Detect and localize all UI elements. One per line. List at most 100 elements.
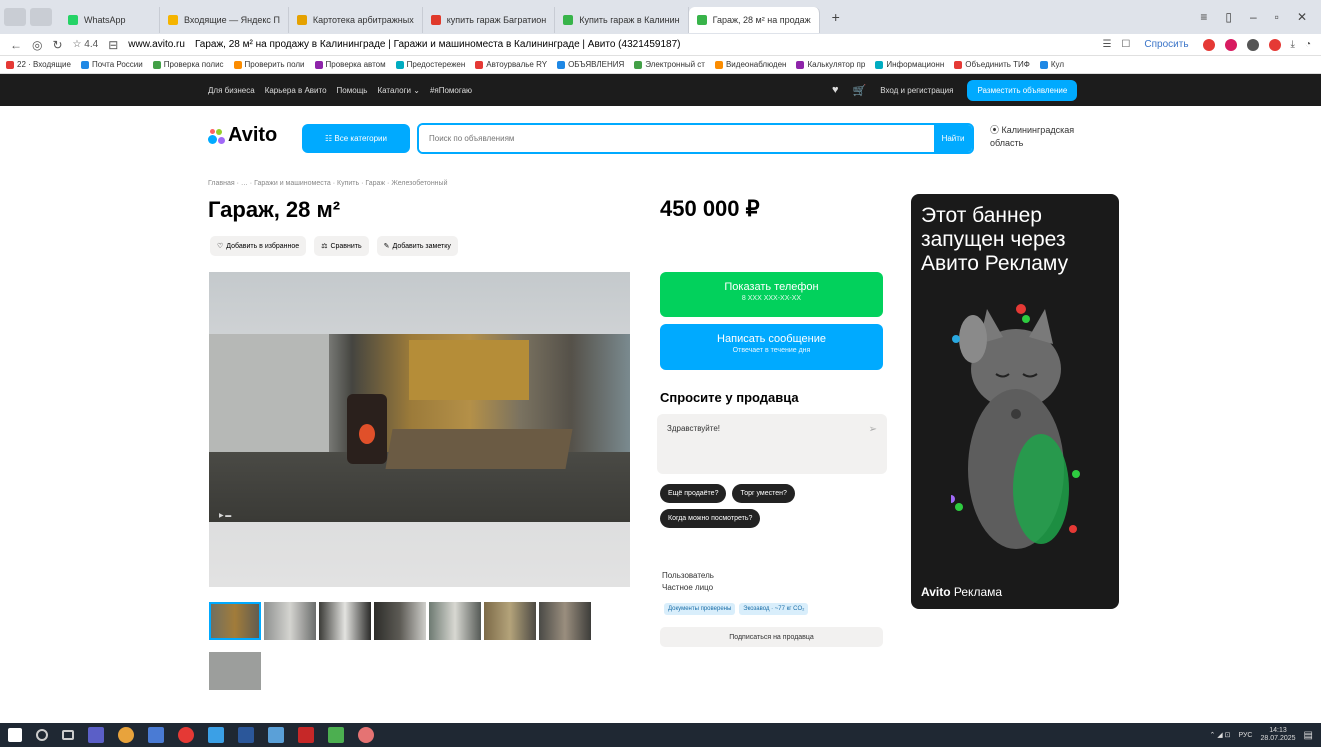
add-note-button[interactable]: ✎ Добавить заметку <box>376 236 458 256</box>
app-icon[interactable] <box>268 727 284 743</box>
notifications-icon[interactable]: ▤ <box>1304 730 1313 741</box>
profile-icon[interactable]: ◔ <box>1305 39 1311 50</box>
reload-icon[interactable]: ↻ <box>52 38 62 52</box>
quick-question-chip[interactable]: Когда можно посмотреть? <box>660 509 761 528</box>
avito-top-link[interactable]: #яПомогаю <box>430 86 472 95</box>
login-link[interactable]: Вход и регистрация <box>880 86 953 95</box>
sidebar-toggle-icon[interactable] <box>4 8 26 26</box>
bookmark-label: Проверка автом <box>325 60 386 69</box>
photo-thumbnail[interactable] <box>429 602 481 640</box>
start-icon[interactable] <box>8 728 22 742</box>
bookmark-item[interactable]: Информационн <box>875 60 944 69</box>
avito-top-link[interactable]: Карьера в Авито <box>265 86 327 95</box>
menu-icon[interactable]: ≡ <box>1200 10 1207 24</box>
browser-tab[interactable]: Купить гараж в Калинин <box>555 7 689 33</box>
bookmark-item[interactable]: Кул <box>1039 60 1064 69</box>
page-title-in-addressbar[interactable]: Гараж, 28 м² на продажу в Калининграде |… <box>195 39 1093 50</box>
play-video-icon[interactable]: ▶ ▬ <box>219 512 231 519</box>
language-indicator[interactable]: РУС <box>1238 732 1252 739</box>
extension-icon[interactable] <box>1202 38 1215 51</box>
extension-icon[interactable] <box>1246 38 1259 51</box>
region-selector[interactable]: ⦿ Калининградская область <box>990 124 1100 150</box>
photo-thumbnail[interactable] <box>484 602 536 640</box>
search-button[interactable]: Найти <box>934 125 972 152</box>
quick-question-chip[interactable]: Ещё продаёте? <box>660 484 727 503</box>
bookmark-item[interactable]: Электронный ст <box>634 60 705 69</box>
ask-seller-input[interactable]: Здравствуйте! ➢ <box>657 414 887 474</box>
avito-logo[interactable]: Avito <box>208 124 277 147</box>
avito-top-link[interactable]: Каталоги ⌄ <box>377 86 419 95</box>
clock[interactable]: 14:13 28.07.2025 <box>1261 727 1296 743</box>
photo-thumbnail[interactable] <box>319 602 371 640</box>
tab-switcher-icon[interactable] <box>30 8 52 26</box>
show-phone-button[interactable]: Показать телефон 8 XXX XXX-XX-XX <box>660 272 883 317</box>
ad-banner[interactable]: Этот баннер запущен через Авито Рекламу … <box>911 194 1119 609</box>
main-photo[interactable]: ▶ ▬ <box>209 272 630 587</box>
browser-tab[interactable]: Гараж, 28 м² на продаж <box>688 7 820 33</box>
bookmark-item[interactable]: Почта России <box>80 60 143 69</box>
bookmark-item[interactable]: Автоурвалье RY <box>475 60 547 69</box>
post-ad-button[interactable]: Разместить объявление <box>967 79 1078 101</box>
quick-question-chip[interactable]: Торг уместен? <box>732 484 795 503</box>
bookmark-item[interactable]: ОБЪЯВЛЕНИЯ <box>557 60 624 69</box>
breadcrumb[interactable]: Главная · … · Гаражи и машиноместа · Куп… <box>208 180 448 187</box>
browser-tab[interactable]: купить гараж Багратион <box>423 7 556 33</box>
photo-thumbnail[interactable] <box>539 602 591 640</box>
photo-thumbnail[interactable] <box>264 602 316 640</box>
avito-top-link[interactable]: Помощь <box>337 86 368 95</box>
app-icon[interactable] <box>208 727 224 743</box>
photo-thumbnail[interactable] <box>209 652 261 690</box>
yandex-browser-icon[interactable] <box>178 727 194 743</box>
compare-button[interactable]: ⚖ Сравнить <box>314 236 369 256</box>
browser-tab[interactable]: Входящие — Яндекс П <box>160 7 289 33</box>
favorites-heart-icon[interactable]: ♥ <box>832 84 839 96</box>
bookmark-item[interactable]: Объединить ТИФ <box>954 60 1030 69</box>
minimize-icon[interactable]: – <box>1250 10 1257 24</box>
bookmark-item[interactable]: Калькулятор пр <box>796 60 865 69</box>
bookmark-add-icon[interactable]: ☐ <box>1121 39 1130 50</box>
browser-tab[interactable]: WhatsApp <box>60 7 160 33</box>
app-icon[interactable] <box>358 727 374 743</box>
write-message-button[interactable]: Написать сообщение Отвечает в течение дн… <box>660 324 883 370</box>
extension-icon[interactable] <box>1224 38 1237 51</box>
bookmark-item[interactable]: Проверка автом <box>314 60 386 69</box>
seller-role[interactable]: Пользователь <box>662 570 714 582</box>
bookmark-item[interactable]: Проверка полис <box>152 60 224 69</box>
teams-icon[interactable] <box>88 727 104 743</box>
app-icon[interactable] <box>298 727 314 743</box>
new-tab-button[interactable]: + <box>826 7 846 27</box>
send-icon[interactable]: ➢ <box>869 424 877 435</box>
browser-tab[interactable]: Картотека арбитражных <box>289 7 423 33</box>
app-icon[interactable] <box>328 727 344 743</box>
search-icon[interactable] <box>36 729 48 741</box>
chrome-icon[interactable] <box>118 727 134 743</box>
extension-icon[interactable] <box>1268 38 1281 51</box>
avito-top-link[interactable]: Для бизнеса <box>208 86 255 95</box>
back-icon[interactable]: ← <box>10 38 22 52</box>
photo-thumbnail[interactable] <box>374 602 426 640</box>
maximize-icon[interactable]: ▫ <box>1275 10 1279 24</box>
url-text[interactable]: www.avito.ru <box>128 39 185 50</box>
bookmark-icon <box>557 60 566 69</box>
close-icon[interactable]: ✕ <box>1297 10 1307 24</box>
ask-button[interactable]: Спросить <box>1140 39 1192 50</box>
downloads-icon[interactable]: ⤓ <box>1291 39 1295 50</box>
photo-thumbnail[interactable] <box>209 602 261 640</box>
bookmarks-icon[interactable]: ▯ <box>1225 10 1232 24</box>
bookmark-item[interactable]: Видеонаблюден <box>714 60 786 69</box>
word-icon[interactable] <box>238 727 254 743</box>
site-rating[interactable]: ☆ 4.4 <box>73 39 99 50</box>
add-to-favorites-button[interactable]: ♡ Добавить в избранное <box>210 236 307 256</box>
all-categories-button[interactable]: ☷ Все категории <box>302 124 410 153</box>
app-icon[interactable] <box>148 727 164 743</box>
subscribe-seller-button[interactable]: Подписаться на продавца <box>660 627 883 647</box>
reader-icon[interactable]: ☰ <box>1102 39 1111 50</box>
cart-icon[interactable]: 🛒 <box>853 84 867 97</box>
bookmark-item[interactable]: Проверить поли <box>233 60 305 69</box>
home-icon[interactable]: ◎ <box>32 38 42 52</box>
bookmark-item[interactable]: Предостережен <box>395 60 465 69</box>
search-input[interactable] <box>419 125 934 152</box>
task-view-icon[interactable] <box>62 730 74 740</box>
tray-icons[interactable]: ⌃ ◢ ⊡ <box>1209 731 1230 739</box>
bookmark-item[interactable]: 22 · Входящие <box>6 60 71 69</box>
